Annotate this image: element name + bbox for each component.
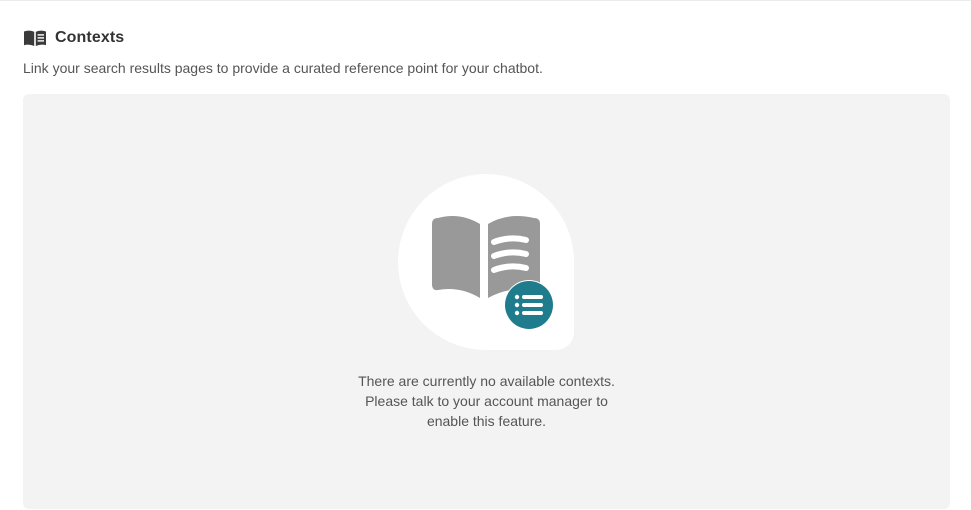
empty-state-illustration: [398, 174, 574, 350]
contexts-panel: Contexts Link your search results pages …: [0, 0, 971, 510]
list-badge: [504, 280, 554, 330]
empty-state-message-line: Please talk to your account manager to: [365, 393, 608, 409]
section-header: Contexts: [23, 28, 124, 48]
section-title: Contexts: [55, 29, 125, 46]
open-book-icon: [23, 29, 47, 47]
empty-state-message: There are currently no available context…: [23, 371, 950, 431]
empty-state: There are currently no available context…: [23, 94, 950, 509]
empty-state-message-line: There are currently no available context…: [358, 373, 615, 389]
section-description: Link your search results pages to provid…: [23, 60, 543, 76]
list-icon: [505, 281, 553, 329]
empty-state-message-line: enable this feature.: [426, 413, 547, 429]
